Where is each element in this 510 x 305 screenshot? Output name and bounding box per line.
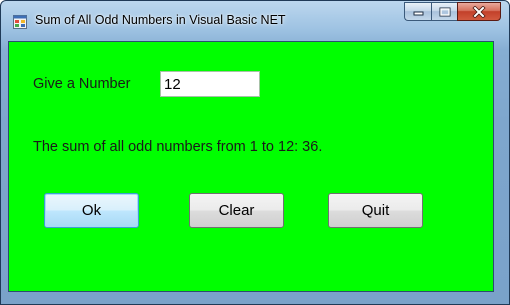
window-title: Sum of All Odd Numbers in Visual Basic N… [35,13,286,27]
caption-buttons [404,2,501,22]
give-number-label: Give a Number [33,76,131,92]
minimize-button[interactable] [404,2,431,21]
number-input[interactable] [160,71,260,97]
app-icon[interactable] [13,15,27,29]
minimize-icon [413,11,423,16]
ok-button[interactable]: Ok [44,193,139,228]
close-button[interactable] [457,2,501,21]
clear-button[interactable]: Clear [189,193,284,228]
form-client-area: Give a Number The sum of all odd numbers… [8,41,494,292]
maximize-button[interactable] [431,2,457,21]
close-icon [472,5,486,18]
app-window: Sum of All Odd Numbers in Visual Basic N… [0,0,510,305]
quit-button[interactable]: Quit [328,193,423,228]
result-label: The sum of all odd numbers from 1 to 12:… [33,139,323,155]
maximize-icon [439,7,450,16]
title-bar[interactable]: Sum of All Odd Numbers in Visual Basic N… [1,1,509,35]
